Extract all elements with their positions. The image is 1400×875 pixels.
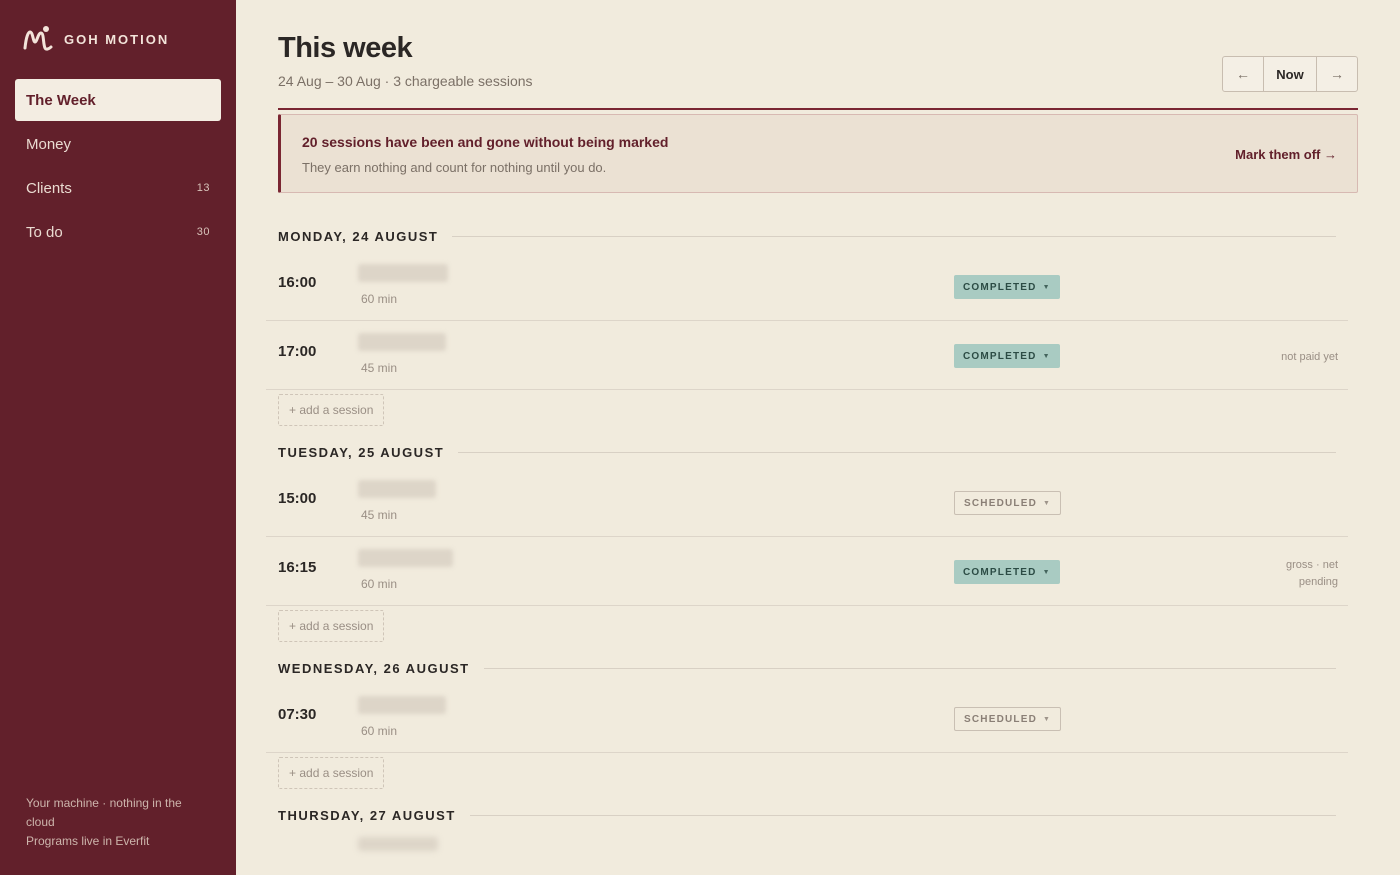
payment-note: not paid yet <box>1281 351 1338 363</box>
goh-motion-logo-icon <box>23 26 53 51</box>
status-label: SCHEDULED <box>964 497 1038 509</box>
status-label: COMPLETED <box>963 566 1037 578</box>
client-name-redacted <box>358 696 446 714</box>
day-header: TUESDAY, 25 AUGUST <box>266 436 1348 468</box>
status-label: SCHEDULED <box>964 713 1038 725</box>
day-divider <box>458 451 1336 453</box>
payment-note: gross · net pending <box>1286 557 1338 591</box>
footer-line-1: Your machine · nothing in the cloud <box>26 796 182 829</box>
sidebar-item-label: Clients <box>26 179 72 197</box>
add-session-button[interactable]: + add a session <box>278 757 385 789</box>
day-divider <box>452 235 1336 237</box>
alert-body: They earn nothing and count for nothing … <box>302 160 607 175</box>
sidebar-item-label: Money <box>26 135 72 153</box>
add-session-container: + add a session <box>266 390 1348 436</box>
session-row[interactable]: 17:00 45 min COMPLETED ▼ not paid yet <box>266 321 1348 390</box>
client-name-redacted <box>358 837 438 851</box>
client-name-redacted <box>358 549 453 567</box>
sidebar: GOH MOTION The Week Money Clients 13 To … <box>0 0 236 875</box>
session-row[interactable]: 15:00 45 min SCHEDULED ▼ <box>266 468 1348 537</box>
session-time: 16:15 <box>278 559 317 576</box>
footer-line-2: Programs live in Everfit <box>26 834 150 848</box>
session-row-partial <box>266 831 1348 851</box>
brand[interactable]: GOH MOTION <box>22 24 169 54</box>
day-label: THURSDAY, 27 AUGUST <box>278 807 456 823</box>
sidebar-item-money[interactable]: Money <box>15 123 221 165</box>
payment-note-line: gross · net <box>1286 559 1338 571</box>
status-dropdown[interactable]: COMPLETED ▼ <box>954 275 1060 299</box>
sidebar-item-label: The Week <box>26 91 96 109</box>
status-dropdown[interactable]: COMPLETED ▼ <box>954 560 1060 584</box>
day-header: THURSDAY, 27 AUGUST <box>266 799 1348 831</box>
previous-week-button[interactable]: ← <box>1223 57 1263 91</box>
arrow-right-icon: → <box>1330 66 1344 82</box>
session-row[interactable]: 16:00 60 min COMPLETED ▼ <box>266 252 1348 321</box>
add-session-container: + add a session <box>266 606 1348 652</box>
unmarked-sessions-alert: 20 sessions have been and gone without b… <box>278 114 1358 193</box>
day-header: MONDAY, 24 AUGUST <box>266 220 1348 252</box>
brand-name: GOH MOTION <box>64 31 170 47</box>
arrow-left-icon: ← <box>1236 66 1250 82</box>
header-divider <box>278 108 1358 110</box>
alert-title: 20 sessions have been and gone without b… <box>302 134 669 150</box>
add-session-button[interactable]: + add a session <box>278 394 385 426</box>
session-duration: 60 min <box>361 724 398 738</box>
client-name-redacted <box>358 480 436 498</box>
session-duration: 45 min <box>361 508 398 522</box>
sidebar-item-to-do[interactable]: To do 30 <box>15 211 221 253</box>
sidebar-item-the-week[interactable]: The Week <box>15 79 221 121</box>
caret-down-icon: ▼ <box>1043 715 1052 723</box>
day-header: WEDNESDAY, 26 AUGUST <box>266 652 1348 684</box>
day-label: WEDNESDAY, 26 AUGUST <box>278 660 470 676</box>
add-session-container: + add a session <box>266 753 1348 799</box>
sidebar-nav: The Week Money Clients 13 To do 30 <box>15 79 221 255</box>
session-row[interactable]: 07:30 60 min SCHEDULED ▼ <box>266 684 1348 753</box>
week-navigator: ← Now → <box>1222 56 1358 92</box>
sidebar-item-label: To do <box>26 223 63 241</box>
status-label: COMPLETED <box>963 350 1037 362</box>
sidebar-footer: Your machine · nothing in the cloud Prog… <box>26 794 206 851</box>
session-time: 15:00 <box>278 490 317 507</box>
main-content: This week 24 Aug – 30 Aug · 3 chargeable… <box>236 0 1400 875</box>
session-duration: 60 min <box>361 577 398 591</box>
day-divider <box>483 667 1336 669</box>
day-divider <box>469 814 1336 816</box>
client-name-redacted <box>358 333 446 351</box>
day-label: TUESDAY, 25 AUGUST <box>278 444 445 460</box>
caret-down-icon: ▼ <box>1042 352 1051 360</box>
status-dropdown[interactable]: SCHEDULED ▼ <box>954 491 1062 515</box>
page-title: This week <box>278 32 413 64</box>
clients-count-badge: 13 <box>196 182 210 194</box>
session-time: 07:30 <box>278 706 317 723</box>
caret-down-icon: ▼ <box>1042 568 1051 576</box>
add-session-button[interactable]: + add a session <box>278 610 385 642</box>
session-duration: 60 min <box>361 292 398 306</box>
status-label: COMPLETED <box>963 281 1037 293</box>
client-name-redacted <box>358 264 448 282</box>
status-dropdown[interactable]: SCHEDULED ▼ <box>954 707 1062 731</box>
payment-note-line: pending <box>1298 576 1338 588</box>
page-subtitle: 24 Aug – 30 Aug · 3 chargeable sessions <box>278 73 533 89</box>
session-time: 16:00 <box>278 274 317 291</box>
session-row[interactable]: 16:15 60 min COMPLETED ▼ gross · net pen… <box>266 537 1348 606</box>
caret-down-icon: ▼ <box>1043 499 1052 507</box>
status-dropdown[interactable]: COMPLETED ▼ <box>954 344 1060 368</box>
now-button[interactable]: Now <box>1263 57 1317 91</box>
week-schedule: MONDAY, 24 AUGUST 16:00 60 min COMPLETED… <box>266 220 1348 851</box>
session-duration: 45 min <box>361 361 398 375</box>
sidebar-item-clients[interactable]: Clients 13 <box>15 167 221 209</box>
day-label: MONDAY, 24 AUGUST <box>278 228 439 244</box>
todo-count-badge: 30 <box>196 226 210 238</box>
session-time: 17:00 <box>278 343 317 360</box>
next-week-button[interactable]: → <box>1317 57 1357 91</box>
mark-them-off-link[interactable]: Mark them off → <box>1235 147 1337 162</box>
caret-down-icon: ▼ <box>1042 283 1051 291</box>
